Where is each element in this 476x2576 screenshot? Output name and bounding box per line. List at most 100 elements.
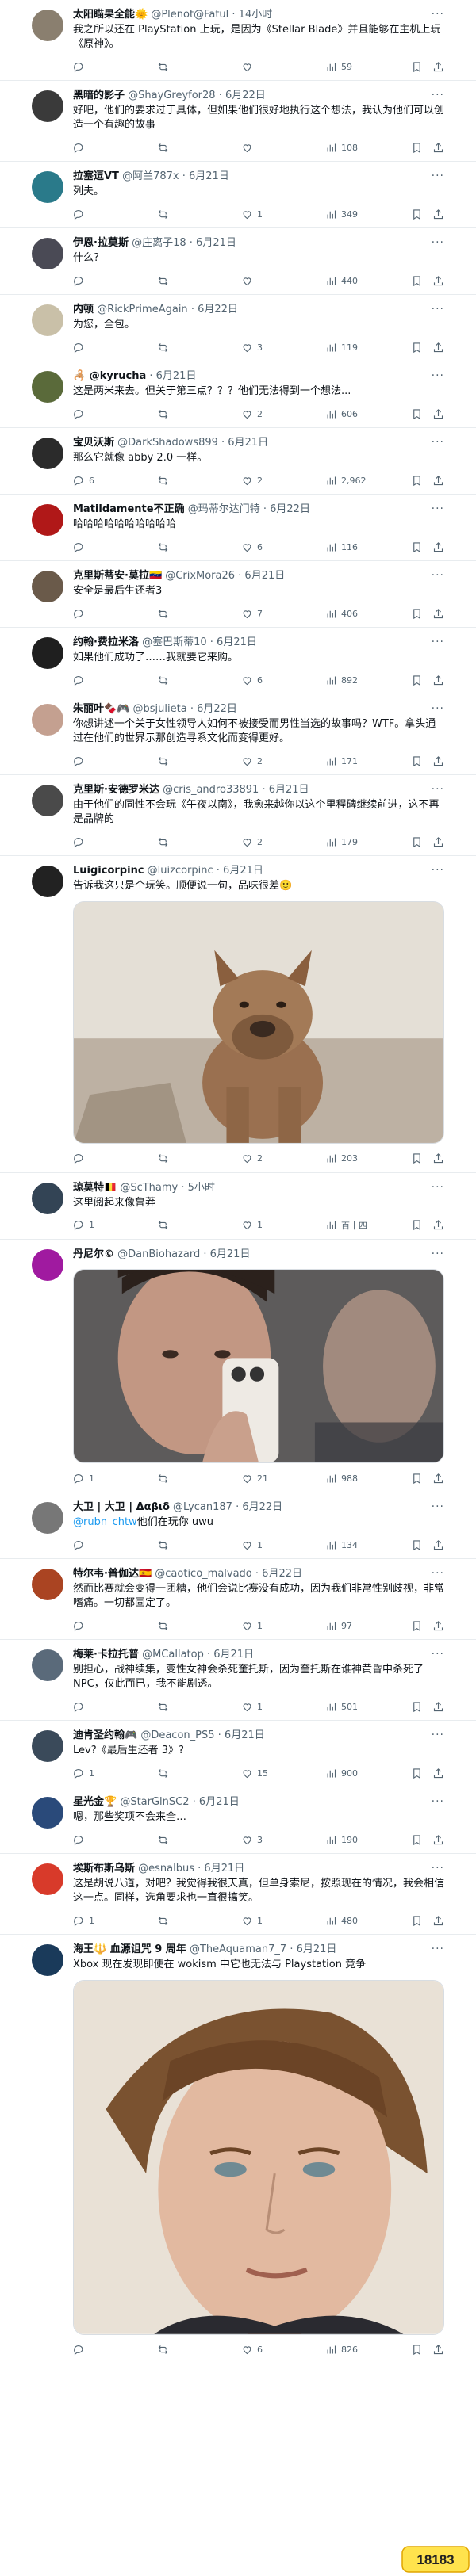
tweet-time[interactable]: · 6月21日 (190, 237, 236, 249)
avatar[interactable] (32, 304, 63, 336)
author-handle[interactable]: @caotico_malvado (155, 1568, 251, 1580)
bookmark-button[interactable] (411, 1473, 423, 1485)
share-button[interactable] (432, 2344, 444, 2356)
share-button[interactable] (432, 1539, 444, 1551)
reply-button[interactable] (73, 342, 157, 354)
retweet-button[interactable] (157, 1915, 241, 1927)
views-button[interactable]: 606 (325, 408, 405, 420)
tweet-media-image[interactable] (73, 901, 444, 1144)
author-handle[interactable]: @Plenot@Fatul (151, 9, 228, 21)
avatar[interactable] (32, 704, 63, 736)
share-button[interactable] (432, 475, 444, 487)
like-button[interactable]: 2 (241, 836, 325, 848)
avatar[interactable] (32, 1730, 63, 1763)
views-button[interactable]: 988 (325, 1473, 405, 1485)
retweet-button[interactable] (157, 608, 241, 620)
views-button[interactable]: 179 (325, 836, 405, 848)
bookmark-button[interactable] (411, 1701, 423, 1713)
tweet-time[interactable]: · 6月21日 (262, 784, 309, 796)
tweet-time[interactable]: · 6月21日 (217, 865, 263, 877)
more-options-icon[interactable]: ··· (432, 569, 444, 582)
like-button[interactable]: 1 (241, 1539, 325, 1551)
avatar[interactable] (32, 1863, 63, 1896)
retweet-button[interactable] (157, 1768, 241, 1779)
avatar[interactable] (32, 1649, 63, 1682)
reply-tweet[interactable]: ··· 黑暗的影子 @ShayGreyfor28 · 6月22日 好吧，他们的要求过… (0, 81, 476, 162)
share-button[interactable] (432, 1834, 444, 1846)
author-name[interactable]: 太阳瞄果全能🌞 (73, 9, 148, 21)
share-button[interactable] (432, 1219, 444, 1231)
author-name[interactable]: 克里斯·安德罗米达 (73, 784, 159, 796)
avatar[interactable] (32, 1248, 63, 1281)
reply-tweet[interactable]: ··· 特尔韦·普伽达🇪🇸 @caotico_malvado · 6月22日 然而比… (0, 1559, 476, 1641)
reply-tweet[interactable]: ··· 梅莱·卡拉托普 @MCallatop · 6月21日 别担心，战神续集，变性… (0, 1640, 476, 1722)
avatar[interactable] (32, 371, 63, 403)
share-button[interactable] (432, 675, 444, 686)
reply-tweet[interactable]: ··· 克里斯蒂安·莫拉🇻🇪 @CrixMora26 · 6月21日 安全是最后生还… (0, 561, 476, 628)
author-name[interactable]: 特尔韦·普伽达🇪🇸 (73, 1568, 152, 1580)
avatar[interactable] (32, 171, 63, 203)
views-button[interactable]: 190 (325, 1834, 405, 1846)
author-handle[interactable]: @Lycan187 (173, 1501, 232, 1513)
tweet-media-image[interactable] (73, 1268, 444, 1464)
author-name[interactable]: 朱丽叶🍫🎮 (73, 703, 129, 715)
views-button[interactable]: 900 (325, 1768, 405, 1779)
more-options-icon[interactable]: ··· (432, 8, 444, 21)
bookmark-button[interactable] (411, 208, 423, 220)
reply-button[interactable] (73, 142, 157, 154)
bookmark-button[interactable] (411, 1152, 423, 1164)
bookmark-button[interactable] (411, 142, 423, 154)
tweet-time[interactable]: · 6月21日 (290, 1943, 336, 1955)
reply-tweet[interactable]: ··· 🦂 @kyrucha · 6月21日 这是两米来去。但关于第三点？？？他们无… (0, 361, 476, 428)
bookmark-button[interactable] (411, 1539, 423, 1551)
avatar[interactable] (32, 10, 63, 41)
reply-button[interactable] (73, 408, 157, 420)
views-button[interactable]: 116 (325, 541, 405, 553)
reply-tweet[interactable]: ··· 琼莫特🇧🇪 @ScThamy · 5小时 这里阅起来像鲁莽 1 1 百十四 (0, 1173, 476, 1240)
retweet-button[interactable] (157, 1219, 241, 1231)
like-button[interactable] (241, 61, 325, 73)
tweet-time[interactable]: · 6月21日 (210, 636, 257, 648)
reply-button[interactable] (73, 61, 157, 73)
bookmark-button[interactable] (411, 2344, 423, 2356)
author-handle[interactable]: @庄离子18 (132, 237, 186, 249)
views-button[interactable]: 892 (325, 675, 405, 686)
reply-button[interactable] (73, 836, 157, 848)
retweet-button[interactable] (157, 836, 241, 848)
tweet-time[interactable]: · 6月22日 (255, 1568, 302, 1580)
tweet-time[interactable]: · 6月21日 (221, 437, 268, 449)
author-name[interactable]: 🦂 @kyrucha (73, 370, 146, 382)
reply-button[interactable] (73, 1620, 157, 1632)
more-options-icon[interactable]: ··· (432, 702, 444, 715)
author-name[interactable]: Luigicorpinc (73, 865, 144, 877)
author-handle[interactable]: @bsjulieta (133, 703, 187, 715)
share-button[interactable] (432, 1152, 444, 1164)
avatar[interactable] (32, 637, 63, 669)
reply-tweet[interactable]: ··· 海王🔱 血源诅咒 9 周年 @TheAquaman7_7 · 6月21日 X… (0, 1935, 476, 2364)
tweet-time[interactable]: · 6月21日 (203, 1248, 250, 1260)
like-button[interactable]: 2 (241, 408, 325, 420)
views-button[interactable]: 406 (325, 608, 405, 620)
bookmark-button[interactable] (411, 836, 423, 848)
author-name[interactable]: 埃斯布斯乌斯 (73, 1863, 135, 1875)
reply-tweet[interactable]: ··· Luigicorpinc @luizcorpinc · 6月21日 告诉我这… (0, 856, 476, 1173)
more-options-icon[interactable]: ··· (432, 1862, 444, 1875)
author-handle[interactable]: @TheAquaman7_7 (190, 1943, 286, 1955)
reply-button[interactable] (73, 755, 157, 767)
author-name[interactable]: 约翰·费拉米洛 (73, 636, 139, 648)
author-handle[interactable]: @ShayGreyfor28 (128, 90, 215, 101)
author-name[interactable]: 内顿 (73, 304, 94, 315)
like-button[interactable]: 6 (241, 2344, 325, 2356)
avatar[interactable] (32, 866, 63, 897)
bookmark-button[interactable] (411, 275, 423, 287)
tweet-time[interactable]: · 6月21日 (182, 170, 229, 182)
bookmark-button[interactable] (411, 1768, 423, 1779)
retweet-button[interactable] (157, 1834, 241, 1846)
share-button[interactable] (432, 1768, 444, 1779)
bookmark-button[interactable] (411, 1915, 423, 1927)
bookmark-button[interactable] (411, 755, 423, 767)
bookmark-button[interactable] (411, 1620, 423, 1632)
retweet-button[interactable] (157, 208, 241, 220)
avatar[interactable] (32, 571, 63, 602)
bookmark-button[interactable] (411, 608, 423, 620)
